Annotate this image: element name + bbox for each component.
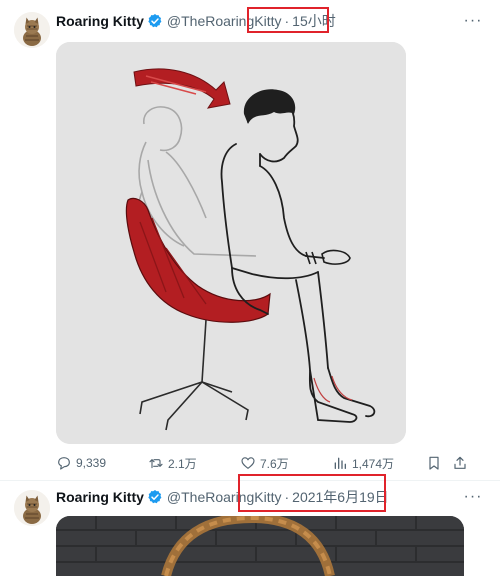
cat-avatar-icon xyxy=(14,490,50,526)
timestamp-highlight-box xyxy=(238,474,386,512)
author-name[interactable]: Roaring Kitty xyxy=(56,489,144,505)
sketch-illustration xyxy=(56,42,406,444)
more-dots-icon[interactable]: ··· xyxy=(460,10,486,32)
bookmark-button[interactable] xyxy=(426,452,442,474)
retweet-button[interactable]: 2.1万 xyxy=(148,452,197,474)
views-count: 1,474万 xyxy=(352,456,395,471)
retweet-icon xyxy=(149,459,163,469)
avatar[interactable] xyxy=(14,490,50,526)
tweet[interactable]: Roaring Kitty @TheRoaringKitty · 2021年6月… xyxy=(0,474,500,576)
timestamp-highlight-box xyxy=(247,7,329,33)
tweet-media-image[interactable] xyxy=(56,42,406,444)
reply-button[interactable]: 9,339 xyxy=(56,452,106,474)
author-name[interactable]: Roaring Kitty xyxy=(56,13,144,29)
verified-badge-icon xyxy=(148,14,162,28)
share-button[interactable] xyxy=(452,452,468,474)
verified-badge-icon xyxy=(148,490,162,504)
tweet-media-image[interactable] xyxy=(56,516,464,576)
reply-count: 9,339 xyxy=(76,456,107,470)
like-button[interactable]: 7.6万 xyxy=(240,452,289,474)
share-icon xyxy=(454,456,466,469)
avatar[interactable] xyxy=(14,12,50,48)
tweet[interactable]: Roaring Kitty @TheRoaringKitty · 15小时 ··… xyxy=(0,0,500,481)
views-bar-chart-icon xyxy=(334,457,346,469)
basket-photo xyxy=(56,516,464,576)
tweet-actions-bar: 9,339 2.1万 7.6万 1,474万 xyxy=(56,452,472,474)
cat-avatar-icon xyxy=(14,12,50,48)
bookmark-icon xyxy=(429,456,439,470)
like-count: 7.6万 xyxy=(260,456,289,471)
more-dots-icon[interactable]: ··· xyxy=(460,486,486,508)
heart-icon xyxy=(241,457,255,469)
reply-icon xyxy=(58,457,70,470)
retweet-count: 2.1万 xyxy=(168,456,197,471)
views-button[interactable]: 1,474万 xyxy=(332,452,394,474)
